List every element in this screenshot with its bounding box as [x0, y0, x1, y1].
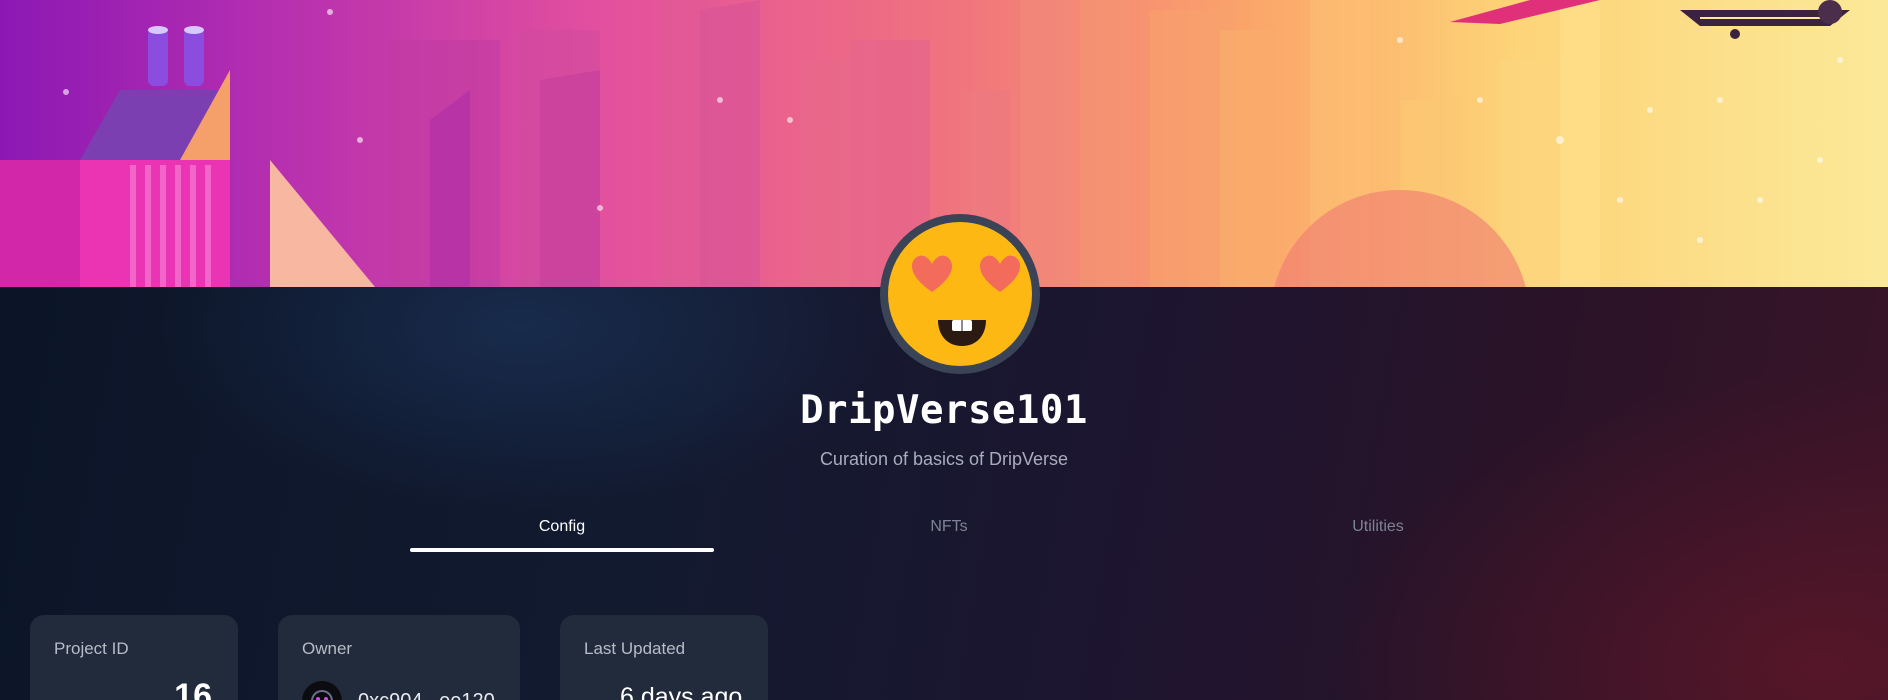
owner-address[interactable]: 0xc904...ee120 [358, 690, 495, 700]
project-id-card: Project ID 16 [30, 615, 238, 700]
tab-config[interactable]: Config [410, 516, 714, 552]
project-id-value: 16 [174, 677, 212, 700]
project-avatar [880, 214, 1040, 374]
tab-nfts[interactable]: NFTs [714, 516, 1184, 552]
project-tabs: Config NFTs Utilities [410, 516, 1572, 552]
last-updated-value: 6 days ago [620, 683, 743, 700]
last-updated-card: Last Updated 6 days ago [560, 615, 768, 700]
project-id-label: Project ID [54, 639, 129, 658]
owner-row[interactable]: 0xc904...ee120 [302, 681, 495, 700]
owner-avatar [302, 681, 342, 700]
last-updated-label: Last Updated [584, 639, 686, 658]
tab-utilities[interactable]: Utilities [1184, 516, 1572, 552]
owner-card: Owner 0xc904...ee120 [278, 615, 520, 700]
heart-eyes-emoji-icon [888, 222, 1032, 366]
project-description: Curation of basics of DripVerse [819, 449, 1069, 469]
owner-avatar-icon [311, 690, 333, 700]
project-title: DripVerse101 [800, 388, 1088, 433]
owner-label: Owner [302, 639, 353, 658]
